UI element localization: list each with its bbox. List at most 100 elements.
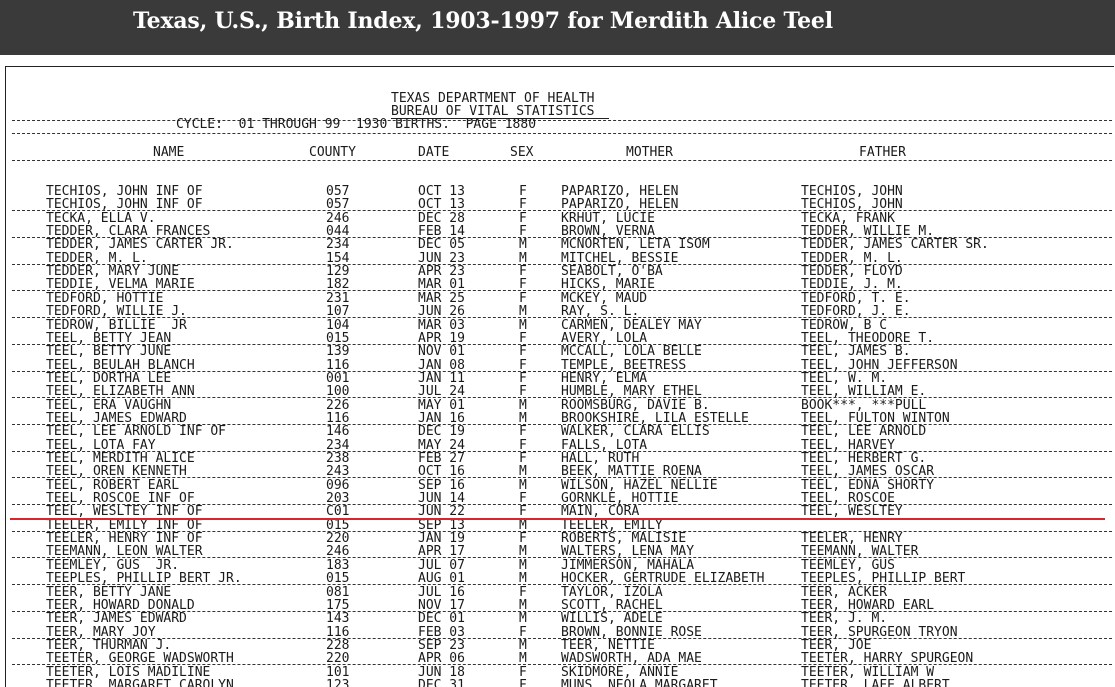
divider-line [12, 133, 1112, 134]
cell-mother: WILLIS, ADELE [561, 611, 663, 627]
cell-sex: F [519, 531, 527, 547]
cell-sex: F [519, 584, 527, 600]
cell-sex: F [519, 264, 527, 280]
cell-name: TECKA, ELLA V. [46, 210, 156, 226]
cell-county: 146 [326, 424, 350, 440]
doc-cycle: CYCLE: 01 THROUGH 99 1930 BIRTHS. PAGE 1… [176, 117, 537, 132]
title-bar: Texas, U.S., Birth Index, 1903-1997 for … [0, 0, 1115, 55]
cell-date: JAN 19 [418, 531, 465, 547]
header-underline [12, 160, 1112, 161]
cell-mother: MCCALL, LOLA BELLE [561, 344, 702, 360]
cell-county: 001 [326, 370, 350, 386]
cell-county: 183 [326, 557, 350, 573]
cell-county: 104 [326, 317, 350, 333]
table-row: TEEL, ELIZABETH ANN 100 JUL 24 F HUMBLE, MAR… [6, 385, 1114, 399]
cell-sex: F [519, 184, 527, 199]
cell-county: 220 [326, 531, 350, 547]
table-row: TEDROW, BILLIE JR 104 MAR 03 M CARMEN, DEALE… [6, 319, 1114, 332]
cell-county: 123 [326, 677, 350, 687]
scanned-index-page: TEXAS DEPARTMENT OF HEALTH BUREAU OF VIT… [5, 66, 1114, 687]
cell-date: APR 23 [418, 264, 465, 280]
col-county: COUNTY [309, 145, 356, 160]
cell-date: JUL 16 [418, 584, 465, 600]
table-row: TEDDIE, VELMA MARIE 182 MAR 01 F HICKS, MARI… [6, 278, 1114, 292]
table-row: TEEL, LOTA FAY 234 MAY 24 F FALLS, LOTA TEEL,… [6, 439, 1114, 452]
table-row: TEDDER, M. L. 154 JUN 23 M MITCHEL, BESSIE TE… [6, 252, 1114, 265]
table-row: TECKA, ELLA V. 246 DEC 28 F KRHUT, LUCIE TECK… [6, 212, 1114, 225]
cell-date: OCT 13 [418, 184, 465, 199]
table-row: TEEL, MERDITH ALICE 238 FEB 27 F HALL, RUTH T… [6, 452, 1114, 465]
cell-county: 143 [326, 611, 350, 627]
cell-father: TECKA, FRANK [801, 210, 895, 226]
cell-father: BOOK***, ***PULL [801, 397, 927, 413]
cell-mother: WALKER, CLARA ELLIS [561, 424, 710, 440]
cell-county: 238 [326, 451, 350, 466]
cell-county: 246 [326, 210, 350, 226]
cell-date: SEP 23 [418, 637, 465, 653]
cell-date: FEB 27 [418, 451, 465, 466]
cell-name: TEEL, BETTY JUNE [46, 344, 172, 360]
cell-sex: M [519, 637, 527, 653]
cell-father: TEEMLEY, GUS [801, 557, 895, 573]
cell-name: TEER, THURMAN J. [46, 637, 172, 653]
cell-mother: MAIN, CORA [561, 504, 640, 520]
cell-county: 228 [326, 637, 350, 653]
cell-father: TEELER, HENRY [801, 531, 903, 547]
cell-sex: F [519, 344, 527, 360]
cell-name: TEDDER, MARY JUNE [46, 264, 180, 280]
cell-sex: M [519, 237, 527, 253]
col-mother: MOTHER [626, 145, 673, 160]
cell-mother: SEABOLT, O'BA [561, 264, 663, 280]
cell-sex: F [519, 677, 527, 687]
selected-record-highlight [10, 518, 1105, 520]
cell-county: 231 [326, 290, 350, 306]
cell-father: TEER, J. M. [801, 611, 888, 627]
cell-mother: ROBERTS, MALISIE [561, 531, 687, 547]
cell-mother: HENRY, ELMA [561, 370, 648, 386]
cell-date: MAR 25 [418, 290, 465, 306]
cell-date: MAR 03 [418, 317, 465, 333]
cell-date: MAY 01 [418, 397, 465, 413]
table-row: TEEL, ERA VAUGHN 226 MAY 01 M ROOMSBURG, DAV… [6, 399, 1114, 412]
cell-date: DEC 31 [418, 677, 465, 687]
cell-county: 234 [326, 237, 350, 253]
cell-name: TECHIOS, JOHN INF OF [46, 184, 203, 199]
table-row: TEEL, ROSCOE INF OF 203 JUN 14 F GORNKLE, HO… [6, 492, 1114, 506]
col-father: FATHER [859, 145, 906, 160]
cell-name: TEER, BETTY JANE [46, 584, 172, 600]
cell-father: TEDROW, B C [801, 317, 888, 333]
table-row: TEER, MARY JOY 116 FEB 03 F BROWN, BONNIE RO… [6, 626, 1114, 639]
cell-date: DEC 28 [418, 210, 465, 226]
cell-name: TEETER, MARGARET CAROLYN [46, 677, 234, 687]
cell-father: TEEL, W. M. [801, 370, 888, 386]
cell-name: TEEL, DORTHA LEE [46, 370, 172, 386]
cell-sex: M [519, 477, 527, 493]
cell-name: TEEL, MERDITH ALICE [46, 451, 195, 466]
cell-father: TEDFORD, T. E. [801, 290, 911, 306]
cell-father: TEETER, LAFE ALBERT [801, 677, 950, 687]
col-date: DATE [418, 145, 450, 160]
cell-father: TEEL, LEE ARNOLD [801, 424, 927, 440]
cell-mother: SKIDMORE, ANNIE [561, 664, 679, 680]
col-sex: SEX [510, 145, 534, 160]
table-row: TEEL, ROBERT EARL 096 SEP 16 M WILSON, HAZEL… [6, 479, 1114, 492]
cell-mother: KRHUT, LUCIE [561, 210, 655, 226]
cell-mother: TEER, NETTIE [561, 637, 655, 653]
cell-mother: JIMMERSON, MAHALA [561, 557, 695, 573]
cell-mother: HALL, RUTH [561, 451, 640, 466]
cell-mother: MCNORTEN, LETA ISOM [561, 237, 710, 253]
cell-county: 226 [326, 397, 350, 413]
table-row: TEEL, WESLTEY INF OF C01 JUN 22 F MAIN, CORA… [6, 505, 1114, 518]
table-row: TEELER, HENRY INF OF 220 JAN 19 F ROBERTS, M… [6, 532, 1114, 545]
table-row: TEEMLEY, GUS JR. 183 JUL 07 M JIMMERSON, MAH… [6, 559, 1114, 572]
table-row: TEEL, LEE ARNOLD INF OF 146 DEC 19 F WALKER,… [6, 425, 1114, 438]
cell-date: JAN 11 [418, 370, 465, 386]
cell-name: TEEL, ERA VAUGHN [46, 397, 172, 413]
table-row: TEEL, DORTHA LEE 001 JAN 11 F HENRY, ELMA TEE… [6, 372, 1114, 385]
cell-father: TECHIOS, JOHN [801, 184, 903, 199]
cell-date: SEP 16 [418, 477, 465, 493]
cell-sex: F [519, 290, 527, 306]
cell-county: 081 [326, 584, 350, 600]
image-viewer[interactable]: TEXAS DEPARTMENT OF HEALTH BUREAU OF VIT… [0, 55, 1115, 687]
table-row: TEETER, LOIS MADILINE 101 JUN 18 F SKIDMORE,… [6, 666, 1114, 679]
